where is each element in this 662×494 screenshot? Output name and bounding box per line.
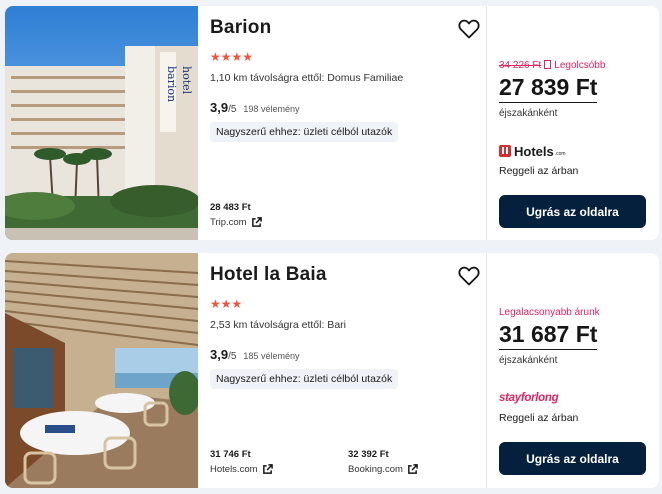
deal-price[interactable]: 27 839 Ft xyxy=(499,74,598,103)
external-link-icon xyxy=(408,464,418,474)
alt-price-value: 32 392 Ft xyxy=(348,449,389,460)
external-link-icon xyxy=(262,464,273,474)
hotel-photo[interactable] xyxy=(5,253,198,488)
per-night-label: éjszakánként xyxy=(499,108,558,119)
alt-price-value: 31 746 Ft xyxy=(210,449,251,460)
provider-name: stayforlong xyxy=(499,392,559,404)
alt-site-name: Trip.com xyxy=(210,217,247,228)
stayforlong-logo: stayforlong xyxy=(499,390,559,406)
star-rating: ★★★★ xyxy=(210,50,254,64)
per-night-label: éjszakánként xyxy=(499,355,558,366)
review-count: 198 vélemény xyxy=(243,104,300,114)
rating-max: /5 xyxy=(228,351,237,362)
go-to-site-button[interactable]: Ugrás az oldalra xyxy=(499,442,646,475)
rating-value: 3,9 xyxy=(210,100,229,115)
alt-site-name: Booking.com xyxy=(348,464,403,475)
deal-badge: Legalacsonyabb árunk xyxy=(499,307,600,318)
alt-price-link[interactable]: Booking.com xyxy=(348,464,418,475)
alt-price-link[interactable]: Hotels.com xyxy=(210,464,273,475)
heart-outline-icon[interactable] xyxy=(457,265,481,287)
alt-price-trip[interactable]: 28 483 Ft Trip.com xyxy=(210,202,262,228)
svg-text:hotel: hotel xyxy=(180,66,193,95)
traveller-tag: Nagyszerű ehhez: üzleti célból utazók xyxy=(210,122,399,142)
hotels-com-logo: Hotels .com xyxy=(499,143,566,159)
distance-text: 2,53 km távolságra ettől: Bari xyxy=(210,319,346,331)
hotel-photo[interactable]: barion hotel xyxy=(5,6,198,240)
hotel-info: Hotel la Baia ★★★ 2,53 km távolságra ett… xyxy=(210,253,485,488)
external-link-icon xyxy=(251,217,262,227)
deal-badge: 34 226 Ft Legolcsóbb xyxy=(499,60,605,71)
deal-panel: Legalacsonyabb árunk 31 687 Ft éjszakánk… xyxy=(499,253,651,488)
provider-suffix: .com xyxy=(554,150,566,157)
hotel-card-hotel-la-baia[interactable]: Hotel la Baia ★★★ 2,53 km távolságra ett… xyxy=(5,253,659,488)
breakfast-included: Reggeli az árban xyxy=(499,165,579,177)
divider xyxy=(486,6,487,240)
alt-price-hotels[interactable]: 31 746 Ft Hotels.com xyxy=(210,449,273,475)
traveller-tag: Nagyszerű ehhez: üzleti célból utazók xyxy=(210,369,399,389)
rating-max: /5 xyxy=(228,104,237,115)
star-rating: ★★★ xyxy=(210,297,243,311)
old-price: 34 226 Ft xyxy=(499,60,542,71)
alt-price-value: 28 483 Ft xyxy=(210,202,251,213)
go-to-site-button[interactable]: Ugrás az oldalra xyxy=(499,195,646,228)
hotel-card-barion[interactable]: barion hotel Barion ★★★★ 1,10 km távolsá… xyxy=(5,6,659,240)
review-score: 3,9 /5 198 vélemény xyxy=(210,100,299,115)
hotel-name[interactable]: Barion xyxy=(210,17,271,39)
badge-icon xyxy=(544,60,552,69)
hotels-com-logo-mark xyxy=(499,145,511,157)
hotel-name[interactable]: Hotel la Baia xyxy=(210,264,327,286)
rating-value: 3,9 xyxy=(210,347,229,362)
hotel-info: Barion ★★★★ 1,10 km távolságra ettől: Do… xyxy=(210,6,485,240)
svg-text:barion: barion xyxy=(165,66,178,102)
cheapest-label: Legolcsóbb xyxy=(554,60,606,71)
heart-outline-icon[interactable] xyxy=(457,18,481,40)
breakfast-included: Reggeli az árban xyxy=(499,412,579,424)
deal-panel: 34 226 Ft Legolcsóbb 27 839 Ft éjszakánké… xyxy=(499,6,651,240)
divider xyxy=(486,253,487,488)
review-score: 3,9 /5 185 vélemény xyxy=(210,347,299,362)
deal-price[interactable]: 31 687 Ft xyxy=(499,321,598,350)
alt-price-booking[interactable]: 32 392 Ft Booking.com xyxy=(348,449,418,475)
provider-name: Hotels xyxy=(514,143,554,159)
alt-price-link[interactable]: Trip.com xyxy=(210,217,262,228)
distance-text: 1,10 km távolságra ettől: Domus Familiae xyxy=(210,72,404,84)
review-count: 185 vélemény xyxy=(243,351,300,361)
alt-site-name: Hotels.com xyxy=(210,464,258,475)
